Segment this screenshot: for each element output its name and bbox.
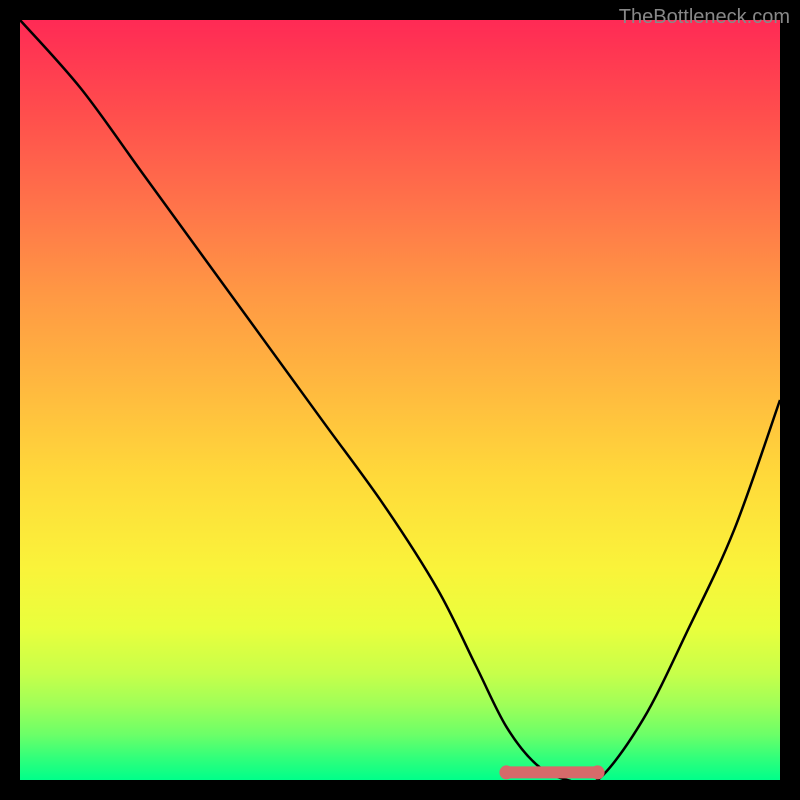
chart-svg bbox=[20, 20, 780, 780]
bottleneck-curve-line bbox=[20, 20, 780, 785]
chart-plot-area bbox=[20, 20, 780, 780]
watermark-text: TheBottleneck.com bbox=[619, 6, 790, 29]
optimal-range-marker-end bbox=[591, 765, 605, 779]
optimal-range-marker-start bbox=[499, 765, 513, 779]
